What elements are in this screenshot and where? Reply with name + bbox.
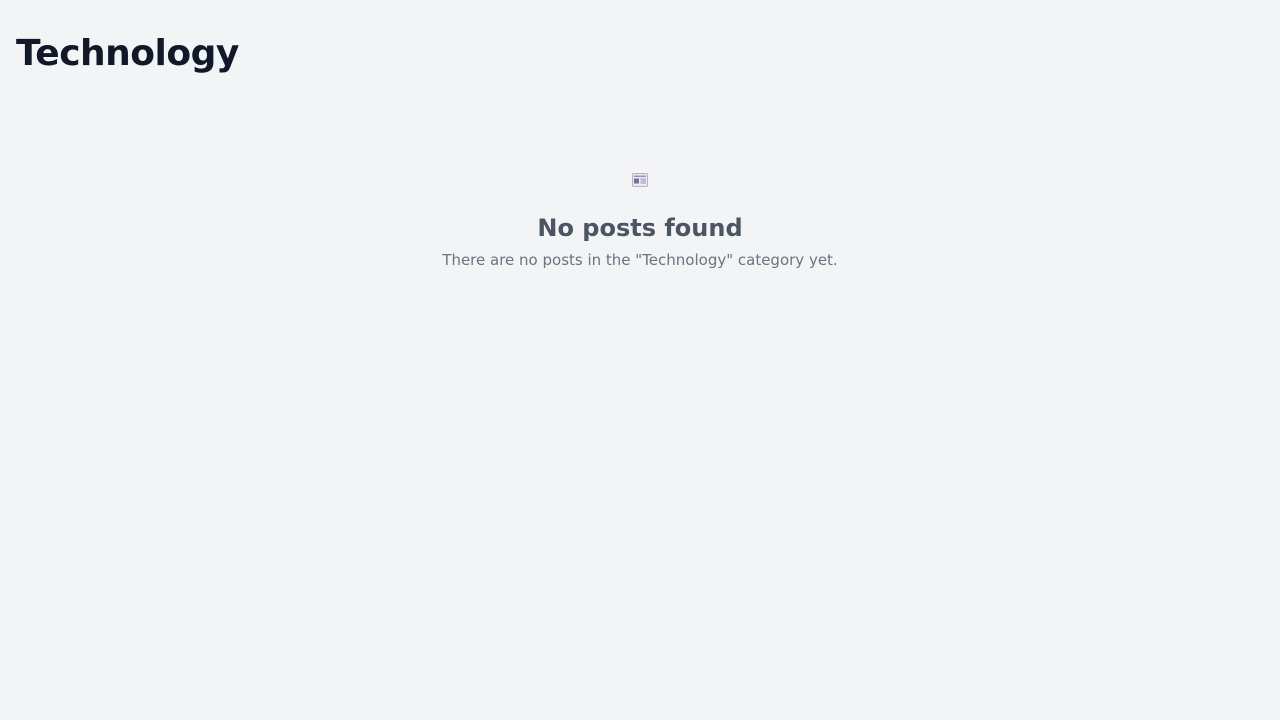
empty-state: No posts found There are no posts in the… xyxy=(0,172,1280,271)
category-page: Technology No posts found There are no p… xyxy=(0,0,1280,720)
newspaper-icon xyxy=(632,172,648,188)
empty-state-heading: No posts found xyxy=(537,214,743,242)
empty-state-message: There are no posts in the "Technology" c… xyxy=(442,251,838,269)
page-title: Technology xyxy=(16,33,239,74)
